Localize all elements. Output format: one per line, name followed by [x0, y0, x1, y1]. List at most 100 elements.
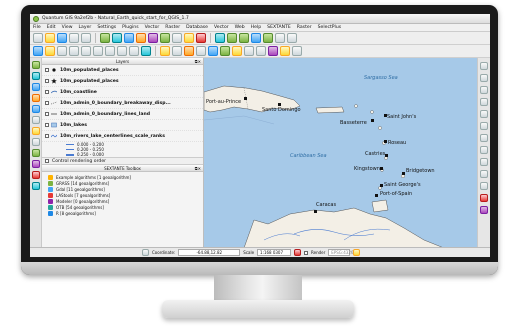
menu-help[interactable]: Help — [251, 25, 261, 30]
menu-web[interactable]: Web — [235, 25, 245, 30]
panel-float-close-icon[interactable]: ⧉✕ — [195, 59, 201, 64]
new-project-icon[interactable] — [33, 33, 43, 43]
layer-item[interactable]: 10m_rivers_lake_centerlines_scale_ranks — [42, 131, 203, 142]
menu-edit[interactable]: Edit — [47, 25, 56, 30]
layer-item[interactable]: 10m_admin_0_boundary_breakaway_disp... — [42, 98, 203, 109]
add-delimited-side-icon[interactable] — [31, 138, 40, 146]
edit-node-icon[interactable] — [480, 74, 488, 82]
identify-icon[interactable] — [160, 46, 170, 56]
add-gpx-side-icon[interactable] — [31, 149, 40, 157]
menu-vector[interactable]: Vector — [145, 25, 160, 30]
bookmark-icon[interactable] — [232, 46, 242, 56]
refresh-icon[interactable] — [141, 46, 151, 56]
layer-item[interactable]: 10m_admin_0_boundary_lines_land — [42, 109, 203, 120]
map-tips-icon[interactable] — [220, 46, 230, 56]
pan-to-selection-icon[interactable] — [45, 46, 55, 56]
grass-edit-icon[interactable] — [251, 33, 261, 43]
zoom-full-icon[interactable] — [81, 46, 91, 56]
menu-view[interactable]: View — [62, 25, 73, 30]
menu-raster-2[interactable]: Raster — [297, 25, 312, 30]
add-part-icon[interactable] — [480, 134, 488, 142]
add-wms-side-icon[interactable] — [31, 105, 40, 113]
add-wms-icon[interactable] — [148, 33, 158, 43]
add-mssql-side-icon[interactable] — [31, 171, 40, 179]
measure-icon[interactable] — [208, 46, 218, 56]
toolbox-item[interactable]: R [8 geoalgorithms] — [42, 210, 203, 216]
messages-icon[interactable] — [353, 249, 361, 256]
rotate-label-icon[interactable] — [480, 206, 488, 214]
offset-curve-icon[interactable] — [480, 170, 488, 178]
merge-feature-icon[interactable] — [480, 194, 488, 202]
epsg-field[interactable]: EPSG:4326 — [328, 249, 353, 256]
delete-ring-icon[interactable] — [480, 146, 488, 154]
zoom-layer-icon[interactable] — [93, 46, 103, 56]
open-project-icon[interactable] — [45, 33, 55, 43]
grass-tools-icon[interactable] — [227, 33, 237, 43]
print-composer-icon[interactable] — [81, 33, 91, 43]
add-oracle-side-icon[interactable] — [31, 160, 40, 168]
layer-visibility-checkbox[interactable] — [45, 123, 49, 127]
render-checkbox[interactable] — [304, 250, 309, 255]
menu-raster[interactable]: Raster — [165, 25, 180, 30]
menu-database[interactable]: Database — [186, 25, 208, 30]
add-postgis-icon[interactable] — [124, 33, 134, 43]
layer-item[interactable]: 10m_coastline — [42, 87, 203, 98]
layer-visibility-checkbox[interactable] — [45, 90, 49, 94]
layer-visibility-checkbox[interactable] — [45, 101, 49, 105]
layer-item[interactable]: 10m_populated_places — [42, 65, 203, 76]
add-raster-icon[interactable] — [112, 33, 122, 43]
add-virtual-side-icon[interactable] — [31, 182, 40, 190]
new-layer-icon[interactable] — [172, 33, 182, 43]
attribute-table-icon[interactable] — [196, 46, 206, 56]
deselect-icon[interactable] — [184, 46, 194, 56]
coordinate-field[interactable]: -64.88,12.82 — [178, 249, 241, 256]
stop-render-icon[interactable] — [294, 249, 302, 256]
add-spatialite-icon[interactable] — [136, 33, 146, 43]
add-vector-icon[interactable] — [100, 33, 110, 43]
reshape-icon[interactable] — [480, 158, 488, 166]
save-as-icon[interactable] — [69, 33, 79, 43]
new-bookmark-icon[interactable] — [244, 46, 254, 56]
more-tools-icon[interactable] — [292, 46, 302, 56]
overflow-icon[interactable] — [287, 33, 297, 43]
layer-visibility-checkbox[interactable] — [45, 68, 49, 72]
pan-icon[interactable] — [33, 46, 43, 56]
panel-float-close-icon[interactable]: ⧉✕ — [195, 166, 201, 171]
layer-visibility-checkbox[interactable] — [45, 134, 49, 138]
add-raster-side-icon[interactable] — [31, 72, 40, 80]
menu-selectplus[interactable]: SelectPlus — [318, 25, 342, 30]
add-delimited-icon[interactable] — [184, 33, 194, 43]
layer-item[interactable]: 10m_lakes — [42, 120, 203, 131]
move-feature-icon[interactable] — [480, 86, 488, 94]
label-tool-icon[interactable] — [280, 46, 290, 56]
menu-sextante[interactable]: SEXTANTE — [267, 25, 291, 30]
add-wcs-side-icon[interactable] — [31, 116, 40, 124]
menu-layer[interactable]: Layer — [79, 25, 92, 30]
zoom-last-icon[interactable] — [117, 46, 127, 56]
layer-item[interactable]: 10m_populated_places — [42, 76, 203, 87]
map-canvas[interactable]: Sargasso Sea Caribbean Sea Port-au-Princ… — [204, 58, 477, 247]
simplify-icon[interactable] — [480, 110, 488, 118]
zoom-selection-icon[interactable] — [105, 46, 115, 56]
menu-settings[interactable]: Settings — [97, 25, 116, 30]
grass-region-icon[interactable] — [239, 33, 249, 43]
select-icon[interactable] — [172, 46, 182, 56]
scale-field[interactable]: 1:168 0307 — [257, 249, 292, 256]
add-wfs-icon[interactable] — [160, 33, 170, 43]
grass-icon[interactable] — [215, 33, 225, 43]
label-icon[interactable] — [268, 46, 278, 56]
zoom-next-icon[interactable] — [129, 46, 139, 56]
zoom-in-icon[interactable] — [57, 46, 67, 56]
rotate-feature-icon[interactable] — [480, 98, 488, 106]
zoom-out-icon[interactable] — [69, 46, 79, 56]
add-spatialite-side-icon[interactable] — [31, 94, 40, 102]
grass-new-icon[interactable] — [263, 33, 273, 43]
save-project-icon[interactable] — [57, 33, 67, 43]
remove-layer-icon[interactable] — [196, 33, 206, 43]
plugin-icon[interactable] — [275, 33, 285, 43]
text-annotation-icon[interactable] — [256, 46, 266, 56]
layer-visibility-checkbox[interactable] — [45, 79, 49, 83]
add-ring-icon[interactable] — [480, 122, 488, 130]
menu-vector-2[interactable]: Vector — [214, 25, 229, 30]
add-vector-side-icon[interactable] — [31, 61, 40, 69]
